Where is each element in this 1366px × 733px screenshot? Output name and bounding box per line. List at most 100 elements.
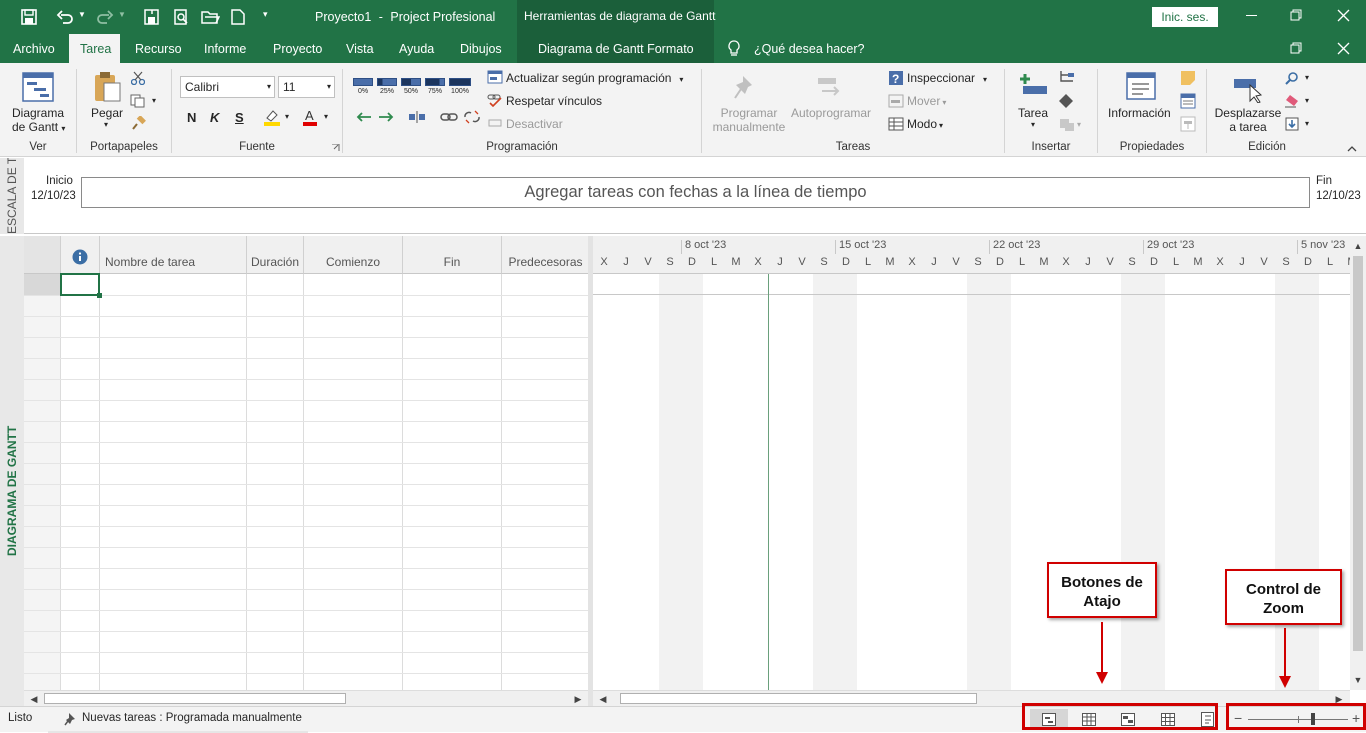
information-button[interactable]: Información [1108,106,1171,120]
font-size-select[interactable]: 11 ▾ [278,76,335,98]
status-date-line [768,274,769,690]
scroll-down-icon[interactable]: ▼ [1350,672,1366,688]
unlink-tasks-icon[interactable] [463,109,481,125]
grid-scroll-left-icon[interactable]: ◀ [26,691,42,707]
vertical-scrollbar[interactable]: ▲ ▼ [1350,236,1366,690]
outdent-icon[interactable] [355,110,373,124]
close-icon[interactable] [1337,9,1350,22]
col-header-start[interactable]: Comienzo [304,236,403,274]
paste-button[interactable]: Pegar ▾ [91,106,123,129]
insert-task-button[interactable]: Tarea ▾ [1013,106,1053,129]
fill-dropdown-icon[interactable]: ▾ [1305,119,1309,128]
pct-25-button[interactable]: 25% [377,75,397,95]
restore-icon[interactable] [1290,9,1303,22]
bold-button[interactable]: N [187,110,196,125]
find-dropdown-icon[interactable]: ▾ [1305,73,1309,82]
col-header-predecessors[interactable]: Predecesoras [502,236,590,274]
undo-dropdown-icon[interactable]: ▼ [78,10,86,19]
sign-in-button[interactable]: Inic. ses. [1152,7,1218,27]
grid-scroll-thumb[interactable] [44,693,346,704]
col-header-finish[interactable]: Fin [403,236,502,274]
auto-schedule-button[interactable]: Autoprogramar [791,106,871,120]
link-tasks-icon[interactable] [440,110,458,124]
copy-dropdown-icon[interactable]: ▾ [152,96,156,105]
details-icon[interactable] [1180,93,1196,109]
fill-handle[interactable] [97,293,102,298]
manual-schedule-button[interactable]: Programar manualmente [705,106,793,134]
col-header-duration[interactable]: Duración [247,236,304,274]
save-baseline-icon[interactable] [143,8,161,26]
chart-scroll-thumb[interactable] [620,693,977,704]
context-header: Herramientas de diagrama de Gantt [517,0,715,34]
chart-scroll-left-icon[interactable]: ◀ [595,691,611,707]
ribbon-close-icon[interactable] [1337,42,1350,55]
pct-100-button[interactable]: 100% [449,75,471,95]
font-color-dropdown-icon[interactable]: ▾ [324,112,328,121]
select-all-corner[interactable] [24,236,61,274]
tab-ayuda[interactable]: Ayuda [388,34,445,63]
undo-icon[interactable] [56,8,74,26]
update-schedule-label: Actualizar según programación [506,71,672,85]
scroll-to-task-button[interactable]: Desplazarse a tarea [1214,106,1282,134]
highlight-color-icon[interactable] [263,108,281,126]
font-color-icon[interactable]: A [302,108,318,126]
col-header-task-name[interactable]: Nombre de tarea [100,236,247,274]
copy-icon[interactable] [130,94,146,108]
cut-icon[interactable] [131,71,145,85]
tab-vista[interactable]: Vista [335,34,385,63]
clear-icon[interactable] [1284,94,1300,108]
tab-tarea[interactable]: Tarea [69,34,120,63]
new-document-icon[interactable] [230,8,246,26]
clear-dropdown-icon[interactable]: ▾ [1305,96,1309,105]
pct-75-button[interactable]: 75% [425,75,445,95]
fill-icon[interactable] [1285,117,1299,131]
scroll-up-icon[interactable]: ▲ [1350,238,1366,254]
indicators-column-header[interactable] [61,236,100,274]
view-bar: DIAGRAMA DE GANTT [0,236,24,706]
active-cell[interactable] [60,273,100,296]
row-header-selected[interactable] [24,274,61,295]
timeline-bar[interactable]: Agregar tareas con fechas a la línea de … [81,177,1310,208]
split-task-icon[interactable] [408,110,426,124]
tab-recurso[interactable]: Recurso [124,34,193,63]
tab-gantt-format[interactable]: Diagrama de Gantt Formato [527,34,705,63]
print-preview-icon[interactable] [172,8,190,26]
tab-dibujos[interactable]: Dibujos [449,34,513,63]
notes-icon[interactable] [1180,70,1196,86]
open-folder-icon[interactable] [200,8,220,26]
inspect-button[interactable]: Inspeccionar ▾ [907,71,987,85]
save-icon[interactable] [20,8,38,26]
indent-icon[interactable] [377,110,395,124]
ribbon-restore-icon[interactable] [1290,42,1303,55]
tell-me-box[interactable]: ¿Qué desea hacer? [754,42,865,56]
insert-milestone-icon[interactable] [1058,93,1074,109]
respect-links-button[interactable]: Respetar vínculos [506,94,602,108]
grid-horizontal-scrollbar[interactable]: ◀ ▶ [24,690,588,706]
pct-50-button[interactable]: 50% [401,75,421,95]
grid-scroll-right-icon[interactable]: ▶ [570,691,586,707]
format-painter-icon[interactable] [131,116,146,131]
tab-informe[interactable]: Informe [193,34,257,63]
insert-summary-icon[interactable] [1059,70,1075,84]
customize-qat-icon[interactable]: ▾ [263,9,268,20]
grid-row-line [24,610,590,611]
font-name-select[interactable]: Calibri ▾ [180,76,275,98]
collapse-ribbon-icon[interactable] [1347,145,1357,152]
vertical-scroll-thumb[interactable] [1353,256,1363,651]
zoom-arrow-head [1279,676,1291,688]
underline-button[interactable]: S [235,110,244,125]
mode-button[interactable]: Modo ▾ [907,117,943,131]
italic-button[interactable]: K [210,110,219,125]
minimize-icon[interactable] [1246,15,1257,16]
gantt-chart-button[interactable]: Diagrama de Gantt ▾ [12,106,65,134]
respect-links-icon [487,94,502,107]
tab-archivo[interactable]: Archivo [2,34,66,63]
tab-proyecto[interactable]: Proyecto [262,34,333,63]
pct-0-button[interactable]: 0% [353,75,373,95]
move-dropdown-icon: ▾ [942,98,947,107]
highlight-dropdown-icon[interactable]: ▾ [285,112,289,121]
week-divider [681,240,682,254]
update-schedule-button[interactable]: Actualizar según programación ▾ [506,71,683,85]
find-icon[interactable] [1285,71,1299,85]
status-new-tasks-mode[interactable]: Nuevas tareas : Programada manualmente [82,712,302,724]
